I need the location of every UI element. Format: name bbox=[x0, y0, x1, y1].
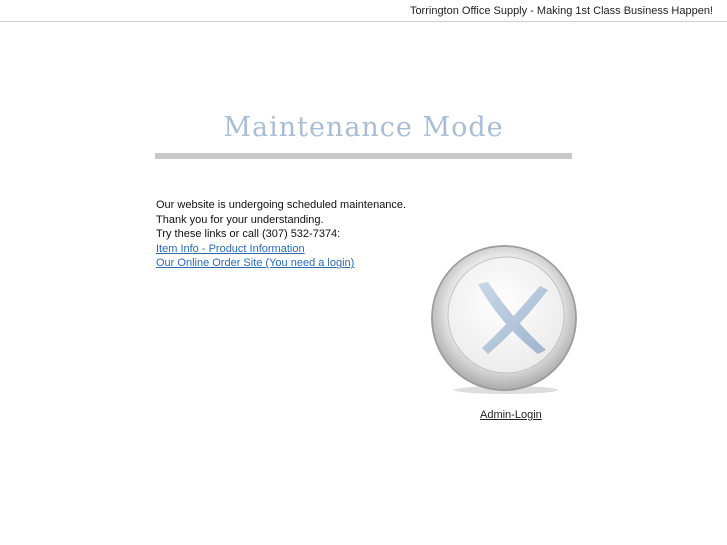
item-info-link[interactable]: Item Info - Product Information bbox=[156, 242, 305, 257]
title-divider bbox=[155, 153, 572, 159]
message-line-1: Our website is undergoing scheduled main… bbox=[156, 199, 407, 211]
site-title: Torrington Office Supply - Making 1st Cl… bbox=[409, 5, 713, 17]
online-order-link[interactable]: Our Online Order Site (You need a login) bbox=[156, 256, 354, 271]
maintenance-message: Our website is undergoing scheduled main… bbox=[156, 198, 406, 271]
admin-login-link[interactable]: Admin-Login bbox=[480, 409, 542, 421]
x-circle-icon bbox=[431, 245, 577, 394]
message-line-3: Try these links or call (307) 532-7374: bbox=[156, 228, 341, 241]
page-title: Maintenance Mode bbox=[223, 112, 504, 143]
top-bar: Torrington Office Supply - Making 1st Cl… bbox=[0, 0, 727, 22]
message-line-2: Thank you for your understanding. bbox=[156, 213, 324, 226]
